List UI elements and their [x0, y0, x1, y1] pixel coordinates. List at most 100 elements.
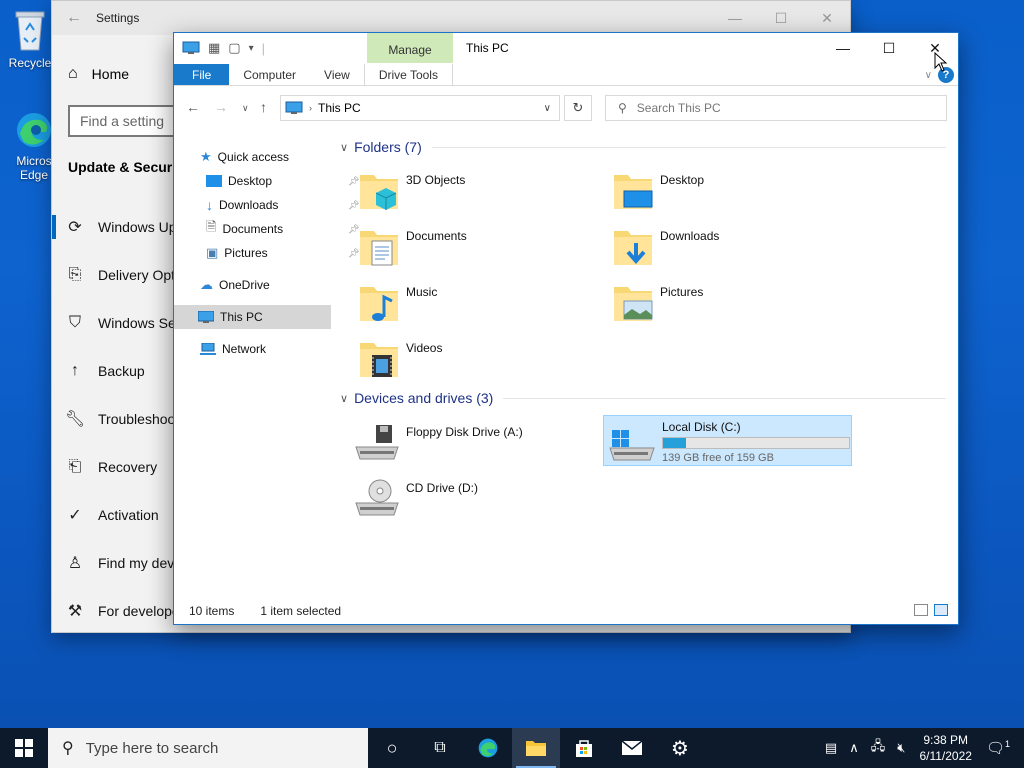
breadcrumb-chevron-icon: › [309, 103, 312, 113]
qat-dropdown-icon[interactable]: ▾ [249, 43, 254, 54]
recycle-bin-icon [15, 11, 45, 51]
task-view-icon: ⧉ [434, 739, 446, 756]
nav-label: Desktop [228, 174, 273, 188]
nav-documents[interactable]: 🗎︎ Documents 📌︎ [206, 217, 359, 241]
clock[interactable]: 9:38 PM 6/11/2022 [919, 732, 972, 764]
drive-label: CD Drive (D:) [406, 481, 478, 495]
new-folder-icon[interactable]: ▢ [228, 40, 240, 56]
nav-label: Activation [98, 507, 159, 523]
folder-documents[interactable]: Documents [358, 225, 467, 269]
address-bar[interactable]: › This PC ∨ [280, 95, 560, 121]
drive-floppy[interactable]: Floppy Disk Drive (A:) [354, 421, 594, 467]
folder-label: 3D Objects [406, 173, 466, 187]
nav-downloads[interactable]: ↓ Downloads 📌︎ [206, 193, 359, 217]
settings-nav-windows-update[interactable]: ⟳ Windows Up [52, 207, 177, 247]
explorer-window[interactable]: ▦ ▢ ▾ | Manage This PC — ☐ ✕ File Comput… [173, 32, 959, 625]
tab-file[interactable]: File [174, 64, 230, 85]
maximize-icon[interactable]: ☐ [866, 33, 912, 63]
taskbar-mail[interactable] [608, 728, 656, 768]
pictures-icon: ▣ [206, 245, 219, 260]
nav-network[interactable]: Network [200, 337, 266, 361]
edge-icon [478, 738, 498, 758]
divider [503, 397, 946, 399]
system-tray: ▤ ∧ 🖧︎ 🔇︎ 9:38 PM 6/11/2022 🗨︎1 [819, 728, 1024, 768]
manage-tab[interactable]: Manage [367, 33, 453, 63]
window-title: This PC [466, 41, 509, 55]
up-arrow-icon[interactable]: ↑ [260, 99, 267, 115]
folder-label: Downloads [660, 229, 720, 243]
taskbar-store[interactable] [560, 728, 608, 768]
tab-drive-tools[interactable]: Drive Tools [363, 64, 453, 85]
back-arrow-icon[interactable]: ← [186, 99, 200, 115]
desktop-folder-icon [614, 175, 653, 209]
maximize-icon[interactable]: ☐ [758, 1, 804, 35]
nav-label: Backup [98, 363, 145, 379]
network-icon[interactable]: 🖧︎ [871, 737, 886, 759]
tab-computer[interactable]: Computer [229, 64, 310, 85]
tiles-view-icon[interactable] [934, 604, 948, 616]
settings-home[interactable]: ⌂ Home [68, 65, 129, 83]
upload-icon: ↑ [71, 362, 79, 379]
this-pc-small-icon [182, 41, 200, 54]
nav-onedrive[interactable]: ☁ OneDrive [200, 273, 270, 297]
forward-arrow-icon[interactable]: → [214, 99, 228, 115]
nav-pictures[interactable]: ▣ Pictures 📌︎ [206, 241, 359, 265]
folder-desktop[interactable]: Desktop [612, 169, 704, 213]
expand-ribbon-icon[interactable]: ∨ [925, 70, 932, 81]
nav-label: This PC [220, 310, 263, 324]
settings-nav-security[interactable]: ⛉ Windows Se [52, 303, 176, 343]
ribbon-tabs: File Computer View Drive Tools [174, 64, 958, 86]
address-dropdown-icon[interactable]: ∨ [544, 103, 551, 114]
chevron-down-icon: ∨ [340, 392, 349, 405]
status-bar: 10 items 1 item selected [189, 604, 341, 618]
3d-objects-folder-icon [360, 175, 398, 210]
recycle-bin-label: Recycle [8, 56, 52, 70]
settings-nav-delivery[interactable]: ⎘ Delivery Opt [52, 255, 175, 295]
settings-nav-activation[interactable]: ✓ Activation [52, 495, 159, 535]
breadcrumb-this-pc[interactable]: This PC [318, 101, 361, 115]
notification-icon[interactable]: 🗨︎1 [986, 739, 1010, 757]
chevron-up-icon[interactable]: ∧ [849, 740, 859, 756]
taskbar-edge[interactable] [464, 728, 512, 768]
settings-nav-recovery[interactable]: ⎗ Recovery [52, 447, 158, 487]
volume-muted-icon[interactable]: 🔇︎ [897, 740, 905, 756]
details-view-icon[interactable] [914, 604, 928, 616]
check-circle-icon: ✓ [68, 507, 82, 524]
recent-dropdown-icon[interactable]: ∨ [242, 103, 249, 114]
news-widget-icon[interactable]: ▤ [825, 740, 837, 756]
folder-downloads[interactable]: Downloads [612, 225, 719, 269]
settings-nav-find-device[interactable]: ♙ Find my dev [52, 543, 174, 583]
properties-icon[interactable]: ▦ [208, 40, 220, 56]
nav-quick-access[interactable]: ★ Quick access [200, 145, 289, 169]
folder-videos[interactable]: Videos [358, 337, 442, 381]
refresh-button[interactable]: ↻ [564, 95, 592, 121]
folder-icon [526, 741, 546, 756]
search-input[interactable]: ⚲ Search This PC [605, 95, 947, 121]
taskbar-file-explorer[interactable] [512, 728, 560, 768]
windows-drive-icon [609, 430, 655, 461]
devices-group-header[interactable]: ∨ Devices and drives (3) [340, 390, 946, 406]
drive-cd[interactable]: CD Drive (D:) [354, 477, 594, 523]
settings-nav-backup[interactable]: ↑ Backup [52, 351, 145, 391]
nav-label: Windows Se [98, 315, 176, 331]
folder-pictures[interactable]: Pictures [612, 281, 703, 325]
minimize-icon[interactable]: — [820, 33, 866, 63]
nav-desktop[interactable]: Desktop 📌︎ [206, 169, 359, 193]
tab-view[interactable]: View [310, 64, 364, 85]
taskbar-search-box[interactable]: ⚲ Type here to search [48, 728, 368, 768]
refresh-icon: ⟳ [68, 219, 82, 236]
drive-local-disk-c[interactable]: Local Disk (C:) 139 GB free of 159 GB [603, 415, 852, 466]
start-button[interactable] [0, 728, 48, 768]
settings-nav-developers[interactable]: ⚒ For develope [52, 591, 180, 631]
taskbar-settings[interactable]: ⚙ [656, 728, 704, 768]
nav-this-pc[interactable]: This PC [174, 305, 331, 329]
back-arrow-icon[interactable]: ← [52, 9, 96, 27]
task-view-button[interactable]: ⧉ [416, 728, 464, 768]
folder-3d-objects[interactable]: 3D Objects [358, 169, 465, 213]
minimize-icon[interactable]: — [712, 1, 758, 35]
settings-nav-troubleshoot[interactable]: 🔧︎ Troubleshoo [52, 399, 175, 439]
folders-group-header[interactable]: ∨ Folders (7) [340, 139, 946, 155]
folder-music[interactable]: Music [358, 281, 437, 325]
cortana-button[interactable]: ○ [368, 728, 416, 768]
close-icon[interactable]: ✕ [804, 1, 850, 35]
